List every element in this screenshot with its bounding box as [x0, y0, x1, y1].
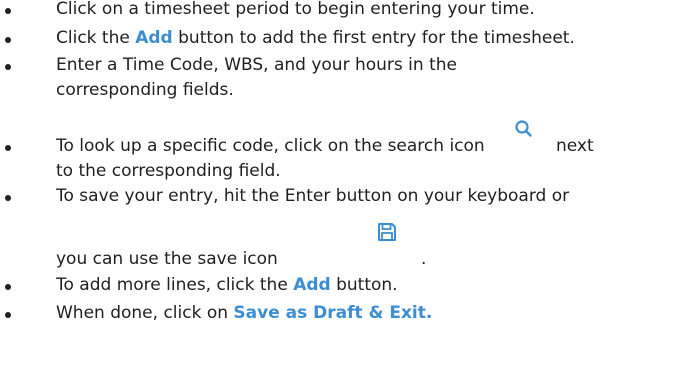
item-text: Click on a timesheet period to begin ent…	[56, 0, 535, 19]
item-text: To look up a specific code, click on the…	[56, 136, 485, 156]
item-text: Click the Add button to add the first en…	[56, 28, 575, 48]
item-text: When done, click on Save as Draft & Exit…	[56, 303, 433, 323]
bullet	[5, 312, 11, 318]
bullet	[5, 64, 11, 70]
item-text: next	[556, 136, 594, 156]
item-text-cont: .	[421, 249, 427, 269]
bullet	[5, 8, 11, 14]
search-icon	[514, 119, 534, 139]
add-button-ref: Add	[135, 28, 173, 48]
item-text: To add more lines, click the Add button.	[56, 275, 398, 295]
bullet	[5, 145, 11, 151]
item-text: Enter a Time Code, WBS, and your hours i…	[56, 55, 457, 75]
bullet	[5, 37, 11, 43]
save-icon	[376, 221, 398, 243]
bullet	[5, 195, 11, 201]
item-text-cont: you can use the save icon	[56, 249, 278, 269]
item-text-cont: to the corresponding field.	[56, 161, 281, 181]
item-text-cont: corresponding fields.	[56, 80, 234, 100]
add-button-ref: Add	[293, 275, 331, 295]
bullet	[5, 284, 11, 290]
item-text: To save your entry, hit the Enter button…	[56, 186, 570, 206]
save-draft-exit-ref: Save as Draft & Exit.	[233, 303, 433, 323]
